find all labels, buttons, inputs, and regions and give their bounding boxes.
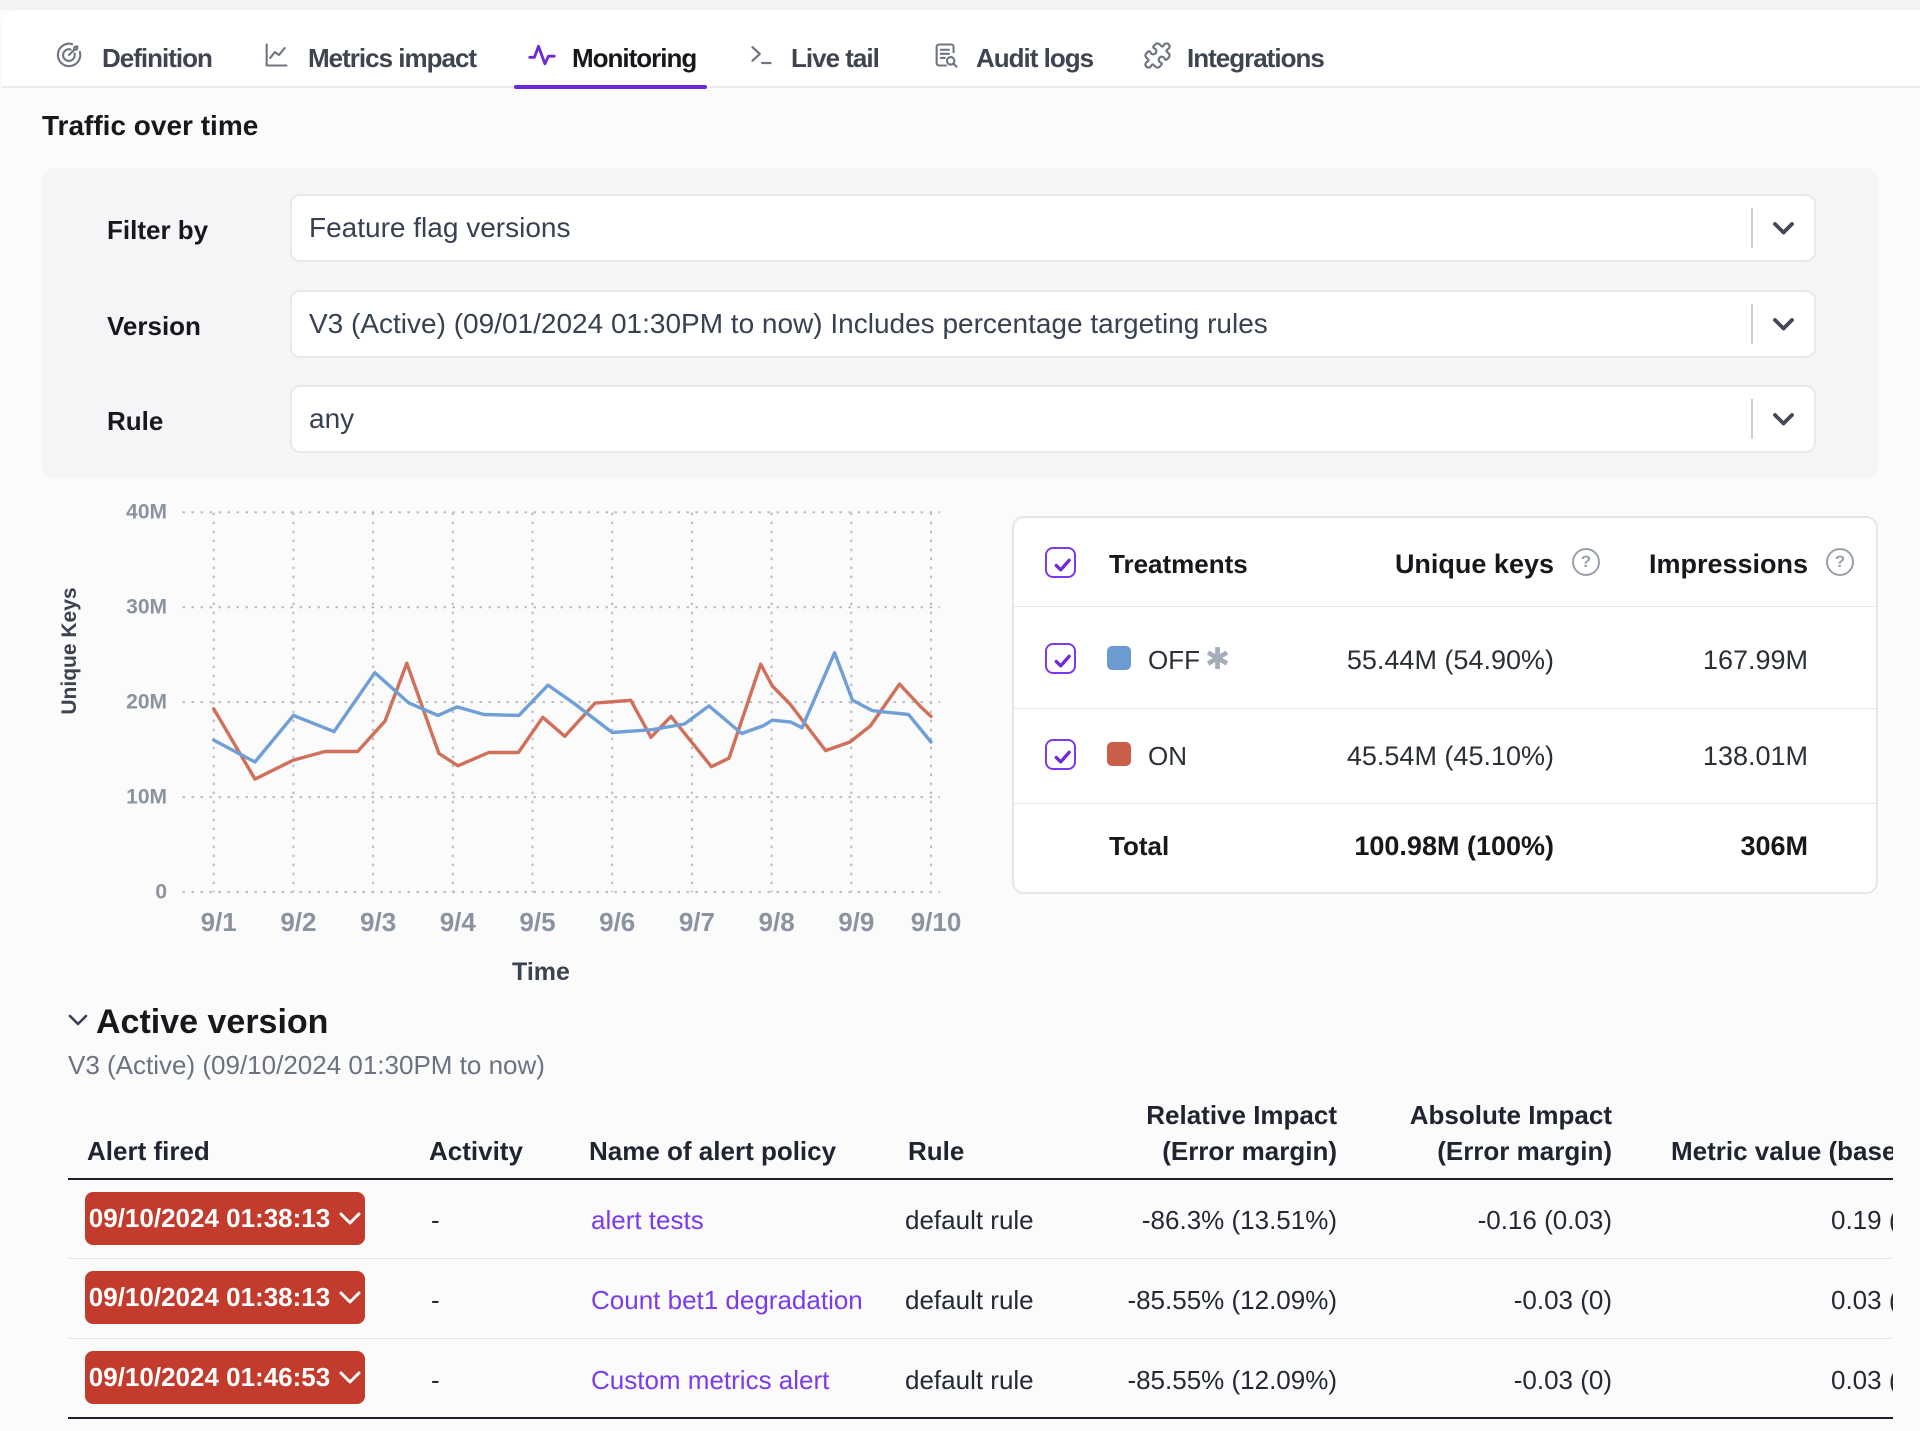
svg-text:0: 0 bbox=[155, 881, 167, 904]
svg-text:40M: 40M bbox=[126, 501, 167, 524]
svg-text:9/7: 9/7 bbox=[679, 907, 715, 937]
svg-text:9/4: 9/4 bbox=[440, 907, 477, 937]
svg-text:9/9: 9/9 bbox=[838, 907, 874, 937]
svg-text:Time: Time bbox=[512, 958, 570, 986]
svg-text:Unique Keys: Unique Keys bbox=[58, 587, 81, 714]
svg-text:30M: 30M bbox=[126, 596, 167, 619]
svg-text:9/10: 9/10 bbox=[911, 907, 962, 937]
svg-text:10M: 10M bbox=[126, 786, 167, 809]
svg-text:9/6: 9/6 bbox=[599, 907, 635, 937]
svg-text:9/3: 9/3 bbox=[360, 907, 396, 937]
svg-text:9/2: 9/2 bbox=[280, 907, 316, 937]
svg-text:20M: 20M bbox=[126, 691, 167, 714]
svg-text:9/5: 9/5 bbox=[519, 907, 555, 937]
svg-text:9/1: 9/1 bbox=[201, 907, 237, 937]
svg-text:9/8: 9/8 bbox=[759, 907, 795, 937]
